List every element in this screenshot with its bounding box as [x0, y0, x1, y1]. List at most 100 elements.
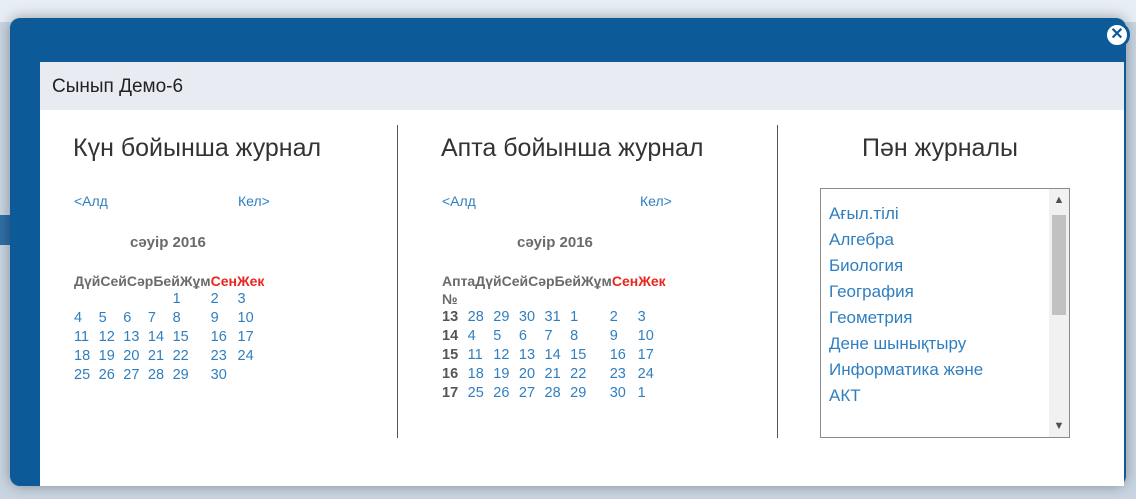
calendar-day[interactable]: 11 — [468, 347, 494, 366]
calendar-week-row[interactable]: 15 11 12 13 14 15 16 17 — [442, 347, 666, 366]
subject-list: Ағыл.тілі Алгебра Биология География Геометр… — [829, 201, 983, 409]
chevron-down-icon[interactable]: ▼ — [1051, 417, 1067, 435]
subject-journal-title: Пән журналы — [862, 134, 1019, 162]
weekday-header-tue: Сей — [100, 273, 127, 289]
calendar-day[interactable]: 17 — [638, 347, 666, 366]
calendar-day[interactable]: 13 — [519, 347, 545, 366]
calendar-day[interactable]: 30 — [211, 367, 238, 386]
calendar-day[interactable]: 14 — [545, 347, 571, 366]
calendar-day[interactable]: 3 — [638, 309, 666, 328]
calendar-day[interactable]: 23 — [211, 348, 238, 367]
calendar-day[interactable]: 27 — [519, 385, 545, 404]
calendar-day[interactable]: 12 — [99, 329, 124, 348]
calendar-day[interactable]: 30 — [610, 385, 638, 404]
calendar-day[interactable]: 16 — [610, 347, 638, 366]
weekday-header-mon: Дүй — [74, 273, 101, 289]
calendar-day[interactable]: 5 — [99, 310, 124, 329]
calendar-day[interactable]: 9 — [211, 310, 238, 329]
calendar-day[interactable]: 14 — [148, 329, 173, 348]
subject-list-item[interactable]: Биология — [829, 253, 983, 279]
calendar-day[interactable]: 12 — [493, 347, 519, 366]
calendar-day[interactable]: 27 — [123, 367, 148, 386]
calendar-day[interactable]: 8 — [173, 310, 211, 329]
calendar-day[interactable]: 29 — [570, 385, 610, 404]
calendar-day[interactable]: 1 — [570, 309, 610, 328]
calendar-day[interactable]: 2 — [610, 309, 638, 328]
calendar-day[interactable]: 4 — [468, 328, 494, 347]
calendar-day[interactable]: 6 — [123, 310, 148, 329]
calendar-day[interactable]: 25 — [468, 385, 494, 404]
calendar-day[interactable]: 21 — [545, 366, 571, 385]
calendar-day[interactable]: 15 — [173, 329, 211, 348]
week-number[interactable]: 16 — [442, 366, 468, 385]
subject-list-item[interactable]: Ағыл.тілі — [829, 201, 983, 227]
calendar-week-row[interactable]: 14 4 5 6 7 8 9 10 — [442, 328, 666, 347]
calendar-day[interactable]: 5 — [493, 328, 519, 347]
calendar-day[interactable]: 28 — [545, 385, 571, 404]
week-number[interactable]: 17 — [442, 385, 468, 404]
calendar-day[interactable]: 3 — [238, 291, 265, 310]
calendar-day[interactable]: 26 — [99, 367, 124, 386]
subject-list-item[interactable]: Информатика және — [829, 357, 983, 383]
calendar-day[interactable]: 29 — [493, 309, 519, 328]
week-number[interactable]: 14 — [442, 328, 468, 347]
calendar-day[interactable]: 21 — [148, 348, 173, 367]
calendar-day[interactable]: 7 — [148, 310, 173, 329]
calendar-day[interactable]: 16 — [211, 329, 238, 348]
chevron-up-icon[interactable]: ▲ — [1051, 191, 1067, 209]
calendar-day[interactable]: 7 — [545, 328, 571, 347]
calendar-day[interactable]: 2 — [211, 291, 238, 310]
calendar-day[interactable]: 8 — [570, 328, 610, 347]
calendar-week-row[interactable]: 16 18 19 20 21 22 23 24 — [442, 366, 666, 385]
calendar-day[interactable]: 15 — [570, 347, 610, 366]
calendar-week-row[interactable]: 13 28 29 30 31 1 2 3 — [442, 309, 666, 328]
week-next-link[interactable]: Кел> — [640, 193, 672, 209]
close-icon[interactable]: ✕ — [1104, 22, 1130, 48]
subject-list-item[interactable]: География — [829, 279, 983, 305]
calendar-day[interactable]: 19 — [99, 348, 124, 367]
subject-listbox[interactable]: Ағыл.тілі Алгебра Биология География Геометр… — [820, 188, 1070, 438]
scrollbar-thumb[interactable] — [1052, 215, 1066, 315]
calendar-day[interactable]: 20 — [123, 348, 148, 367]
subject-list-item[interactable]: АКТ — [829, 383, 983, 409]
calendar-day[interactable]: 22 — [570, 366, 610, 385]
subject-list-item[interactable]: Геометрия — [829, 305, 983, 331]
week-prev-link[interactable]: <Алд — [442, 193, 476, 209]
calendar-day[interactable]: 18 — [468, 366, 494, 385]
calendar-day[interactable]: 30 — [519, 309, 545, 328]
weekday-header-mon: Дүй — [475, 273, 502, 289]
calendar-day[interactable]: 10 — [638, 328, 666, 347]
modal-header: Сынып Демо-6 — [40, 62, 1124, 110]
calendar-day[interactable]: 23 — [610, 366, 638, 385]
calendar-day[interactable]: 11 — [74, 329, 99, 348]
calendar-day[interactable]: 19 — [493, 366, 519, 385]
week-number[interactable]: 15 — [442, 347, 468, 366]
day-prev-link[interactable]: <Алд — [74, 193, 108, 209]
weekday-header-wed: Сәр — [528, 273, 555, 289]
calendar-day[interactable]: 1 — [173, 291, 211, 310]
subject-list-item[interactable]: Алгебра — [829, 227, 983, 253]
calendar-week-row[interactable]: 17 25 26 27 28 29 30 1 — [442, 385, 666, 404]
week-number[interactable]: 13 — [442, 309, 468, 328]
subject-list-item[interactable]: Дене шынықтыру — [829, 331, 983, 357]
calendar-day[interactable]: 24 — [238, 348, 265, 367]
calendar-day[interactable]: 18 — [74, 348, 99, 367]
calendar-day[interactable]: 13 — [123, 329, 148, 348]
calendar-day[interactable]: 29 — [173, 367, 211, 386]
calendar-day[interactable]: 10 — [238, 310, 265, 329]
calendar-day[interactable]: 1 — [638, 385, 666, 404]
calendar-day[interactable]: 28 — [148, 367, 173, 386]
calendar-day[interactable]: 6 — [519, 328, 545, 347]
calendar-day[interactable]: 17 — [238, 329, 265, 348]
day-next-link[interactable]: Кел> — [238, 193, 270, 209]
calendar-day[interactable]: 25 — [74, 367, 99, 386]
calendar-day[interactable]: 24 — [638, 366, 666, 385]
calendar-day[interactable]: 9 — [610, 328, 638, 347]
scrollbar[interactable]: ▲ ▼ — [1049, 189, 1069, 437]
calendar-day[interactable]: 22 — [173, 348, 211, 367]
calendar-day[interactable]: 28 — [468, 309, 494, 328]
calendar-day[interactable]: 20 — [519, 366, 545, 385]
calendar-day[interactable]: 4 — [74, 310, 99, 329]
calendar-day[interactable]: 31 — [545, 309, 571, 328]
calendar-day[interactable]: 26 — [493, 385, 519, 404]
